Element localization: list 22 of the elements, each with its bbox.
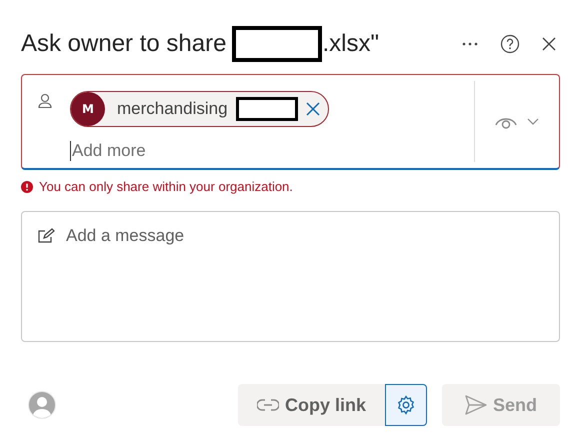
error-icon <box>21 180 33 192</box>
remove-icon[interactable] <box>306 102 320 116</box>
avatar: M <box>71 92 105 126</box>
copy-link-button[interactable]: Copy link <box>238 384 385 426</box>
chevron-down-icon[interactable] <box>527 118 539 125</box>
help-icon[interactable] <box>500 34 520 54</box>
message-field[interactable]: Add a message <box>21 211 560 342</box>
more-icon[interactable] <box>462 42 478 46</box>
add-more-input[interactable]: Add more <box>70 141 272 161</box>
settings-icon <box>396 395 416 415</box>
close-icon[interactable] <box>542 37 556 51</box>
send-icon <box>464 395 487 415</box>
recipients-field[interactable]: M merchandising Add more <box>21 74 560 170</box>
avatar-icon <box>28 391 56 419</box>
error-message: You can only share within your organization. <box>39 179 293 194</box>
link-icon <box>256 399 279 411</box>
settings-button[interactable] <box>385 384 427 426</box>
recipient-name: merchandising <box>117 99 228 119</box>
file-extension: .xlsx" <box>322 30 379 58</box>
recipient-chip[interactable]: M merchandising <box>70 91 329 127</box>
person-icon <box>38 93 52 109</box>
dialog-title: Ask owner to share <box>21 30 226 58</box>
